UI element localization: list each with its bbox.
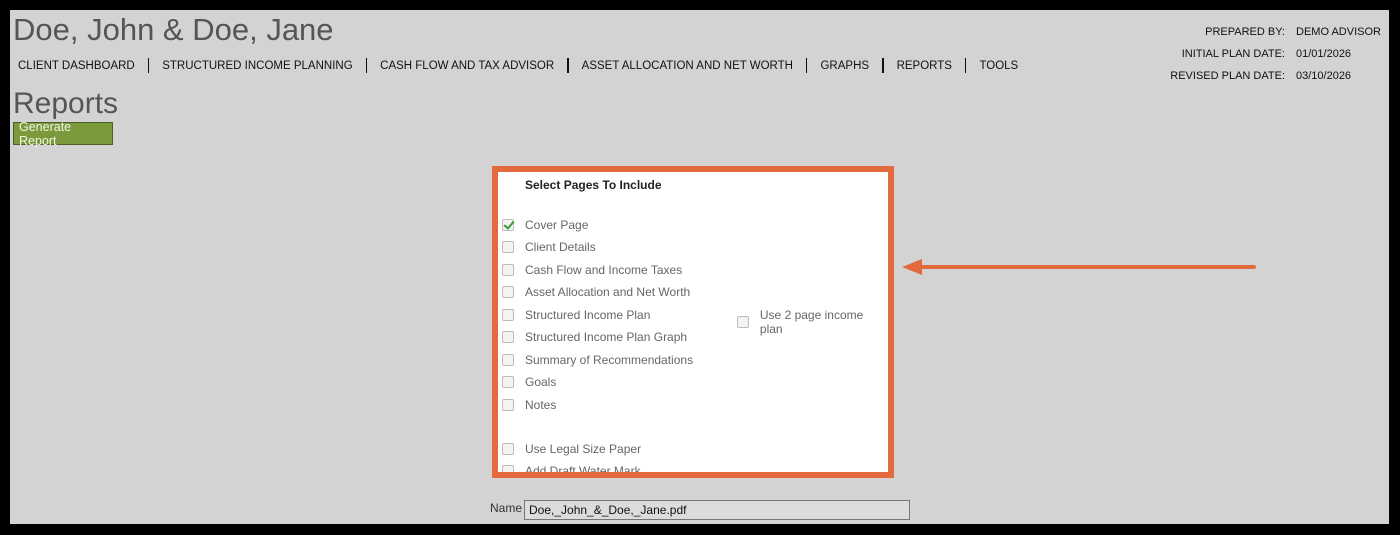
panel-title: Select Pages To Include (525, 178, 662, 192)
option-label: Summary of Recommendations (525, 353, 694, 367)
option-notes[interactable]: Notes (502, 398, 556, 412)
checkbox[interactable] (502, 264, 514, 276)
revised-plan-date-label: REVISED PLAN DATE: (1170, 70, 1285, 82)
select-pages-panel: Select Pages To Include Cover Page Clien… (492, 166, 894, 478)
prepared-by-row: PREPARED BY: DEMO ADVISOR (1169, 21, 1389, 43)
initial-plan-date-value: 01/01/2026 (1296, 48, 1352, 60)
nav-reports[interactable]: REPORTS (897, 60, 952, 72)
checkbox[interactable] (502, 331, 514, 343)
option-asset-allocation-net-worth[interactable]: Asset Allocation and Net Worth (502, 285, 690, 299)
plan-meta: PREPARED BY: DEMO ADVISOR INITIAL PLAN D… (1169, 21, 1389, 87)
option-goals[interactable]: Goals (502, 375, 556, 389)
option-two-page-income-plan[interactable]: Use 2 page income plan (737, 308, 888, 336)
option-label: Cover Page (525, 218, 589, 232)
initial-plan-date-row: INITIAL PLAN DATE: 01/01/2026 (1169, 43, 1389, 65)
nav-client-dashboard[interactable]: CLIENT DASHBOARD (18, 60, 135, 72)
checkbox[interactable] (502, 286, 514, 298)
nav-divider (964, 58, 967, 73)
nav-structured-income-planning[interactable]: STRUCTURED INCOME PLANNING (162, 60, 352, 72)
option-draft-water-mark[interactable]: Add Draft Water Mark (502, 464, 641, 478)
option-label: Notes (525, 398, 557, 412)
option-summary-of-recommendations[interactable]: Summary of Recommendations (502, 353, 693, 367)
checkbox[interactable] (502, 376, 514, 388)
nav-divider (567, 58, 569, 73)
option-label: Add Draft Water Mark (525, 464, 641, 478)
option-cover-page[interactable]: Cover Page (502, 218, 588, 232)
left-arrow-icon (902, 259, 1256, 275)
option-label: Structured Income Plan (525, 308, 651, 322)
checkbox[interactable] (502, 241, 514, 253)
checkbox[interactable] (737, 316, 749, 328)
app-frame: Doe, John & Doe, Jane CLIENT DASHBOARD S… (10, 10, 1389, 524)
option-label: Use Legal Size Paper (525, 442, 642, 456)
nav-divider (365, 58, 368, 73)
option-legal-size-paper[interactable]: Use Legal Size Paper (502, 442, 641, 456)
nav-divider (147, 58, 150, 73)
checkbox[interactable] (502, 443, 514, 455)
nav-cash-flow-tax-advisor[interactable]: CASH FLOW AND TAX ADVISOR (380, 60, 554, 72)
checkbox[interactable] (502, 399, 514, 411)
checkbox[interactable] (502, 309, 514, 321)
checkbox[interactable] (502, 219, 514, 231)
client-name-heading: Doe, John & Doe, Jane (13, 12, 334, 47)
option-structured-income-plan[interactable]: Structured Income Plan (502, 308, 650, 322)
option-label: Cash Flow and Income Taxes (525, 263, 683, 277)
checkbox[interactable] (502, 354, 514, 366)
option-label: Use 2 page income plan (759, 308, 864, 336)
option-label: Structured Income Plan Graph (525, 330, 688, 344)
main-nav: CLIENT DASHBOARD STRUCTURED INCOME PLANN… (18, 58, 1018, 73)
name-label: Name (490, 501, 523, 515)
nav-divider (805, 58, 808, 73)
checkbox[interactable] (502, 465, 514, 472)
nav-asset-allocation-net-worth[interactable]: ASSET ALLOCATION AND NET WORTH (582, 60, 793, 72)
option-cash-flow-income-taxes[interactable]: Cash Flow and Income Taxes (502, 263, 682, 277)
option-label: Goals (525, 375, 557, 389)
nav-graphs[interactable]: GRAPHS (820, 60, 869, 72)
nav-divider (882, 58, 884, 73)
option-label: Client Details (525, 240, 596, 254)
initial-plan-date-label: INITIAL PLAN DATE: (1181, 48, 1285, 60)
generate-report-button[interactable]: Generate Report (13, 120, 113, 148)
page-title: Reports (13, 87, 119, 120)
option-label: Asset Allocation and Net Worth (525, 285, 691, 299)
revised-plan-date-value: 03/10/2026 (1296, 70, 1352, 82)
option-client-details[interactable]: Client Details (502, 240, 596, 254)
prepared-by-value: DEMO ADVISOR (1296, 26, 1381, 38)
revised-plan-date-row: REVISED PLAN DATE: 03/10/2026 (1169, 65, 1389, 87)
option-structured-income-plan-graph[interactable]: Structured Income Plan Graph (502, 330, 687, 344)
nav-tools[interactable]: TOOLS (979, 60, 1018, 72)
file-name-input[interactable] (524, 500, 910, 520)
prepared-by-label: PREPARED BY: (1205, 26, 1285, 38)
